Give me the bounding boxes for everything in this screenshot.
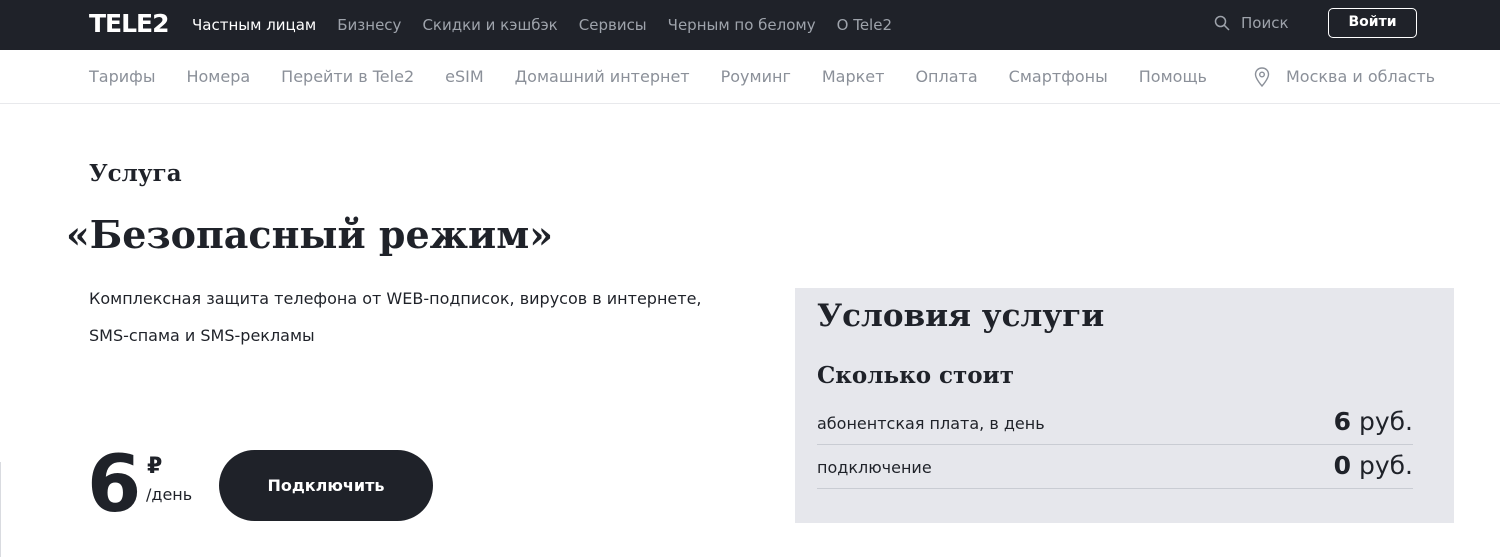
top-bar: TELE2 Частным лицам Бизнесу Скидки и кэш…: [0, 0, 1500, 50]
topnav-item-black-on-white[interactable]: Черным по белому: [668, 16, 816, 34]
subnav-item-help[interactable]: Помощь: [1139, 67, 1207, 86]
service-description: Комплексная защита телефона от WEB-подпи…: [89, 280, 729, 354]
subnav-item-home-internet[interactable]: Домашний интернет: [515, 67, 690, 86]
search-button[interactable]: Поиск: [1214, 0, 1289, 46]
price-row-connection: подключение 0 руб.: [817, 446, 1413, 489]
service-eyebrow: Услуга: [89, 160, 182, 187]
price-row-value: 6 руб.: [1334, 407, 1413, 436]
topnav-item-services[interactable]: Сервисы: [579, 16, 647, 34]
ruble-sign: ₽: [147, 454, 163, 479]
subnav-item-smartphones[interactable]: Смартфоны: [1009, 67, 1108, 86]
price-value: 6: [87, 440, 142, 530]
description-line: SMS-спама и SMS-рекламы: [89, 326, 315, 345]
subnav-item-payment[interactable]: Оплата: [915, 67, 977, 86]
price-row-unit: руб.: [1358, 451, 1413, 480]
subnav-item-roaming[interactable]: Роуминг: [721, 67, 791, 86]
subnav-item-numbers[interactable]: Номера: [186, 67, 250, 86]
topnav-item-business[interactable]: Бизнесу: [337, 16, 401, 34]
conditions-title: Условия услуги: [817, 298, 1105, 334]
price-row-monthly-fee: абонентская плата, в день 6 руб.: [817, 402, 1413, 445]
price-row-amount: 0: [1333, 451, 1352, 480]
tele2-logo[interactable]: TELE2: [89, 9, 170, 39]
topnav-item-discounts[interactable]: Скидки и кэшбэк: [422, 16, 557, 34]
conditions-subtitle: Сколько стоит: [817, 362, 1014, 389]
region-selector[interactable]: Москва и область: [1254, 50, 1435, 103]
connect-button[interactable]: Подключить: [219, 450, 433, 521]
price-row-amount: 6: [1333, 407, 1352, 436]
topnav-item-private[interactable]: Частным лицам: [192, 16, 316, 34]
description-line: Комплексная защита телефона от WEB-подпи…: [89, 289, 702, 308]
topnav-item-about[interactable]: О Tele2: [837, 16, 892, 34]
price-row-label: абонентская плата, в день: [817, 414, 1045, 433]
divider: [0, 462, 1, 557]
page-title: «Безопасный режим»: [66, 212, 553, 257]
price-row-label: подключение: [817, 458, 932, 477]
subnav-item-market[interactable]: Маркет: [822, 67, 885, 86]
top-nav: Частным лицам Бизнесу Скидки и кэшбэк Се…: [192, 0, 913, 50]
price-row-value: 0 руб.: [1334, 451, 1413, 480]
location-pin-icon: [1254, 66, 1270, 87]
subnav-item-tariffs[interactable]: Тарифы: [89, 67, 155, 86]
subnav-item-switch[interactable]: Перейти в Tele2: [281, 67, 414, 86]
secondary-nav: Тарифы Номера Перейти в Tele2 eSIM Домаш…: [0, 50, 1500, 104]
login-button[interactable]: Войти: [1328, 8, 1417, 38]
subnav-item-esim[interactable]: eSIM: [445, 67, 484, 86]
search-icon: [1214, 15, 1230, 31]
price-row-unit: руб.: [1358, 407, 1413, 436]
conditions-panel: Условия услуги Сколько стоит абонентская…: [795, 288, 1454, 523]
search-label: Поиск: [1241, 14, 1289, 32]
price-period: /день: [146, 485, 193, 504]
region-label: Москва и область: [1286, 67, 1436, 86]
